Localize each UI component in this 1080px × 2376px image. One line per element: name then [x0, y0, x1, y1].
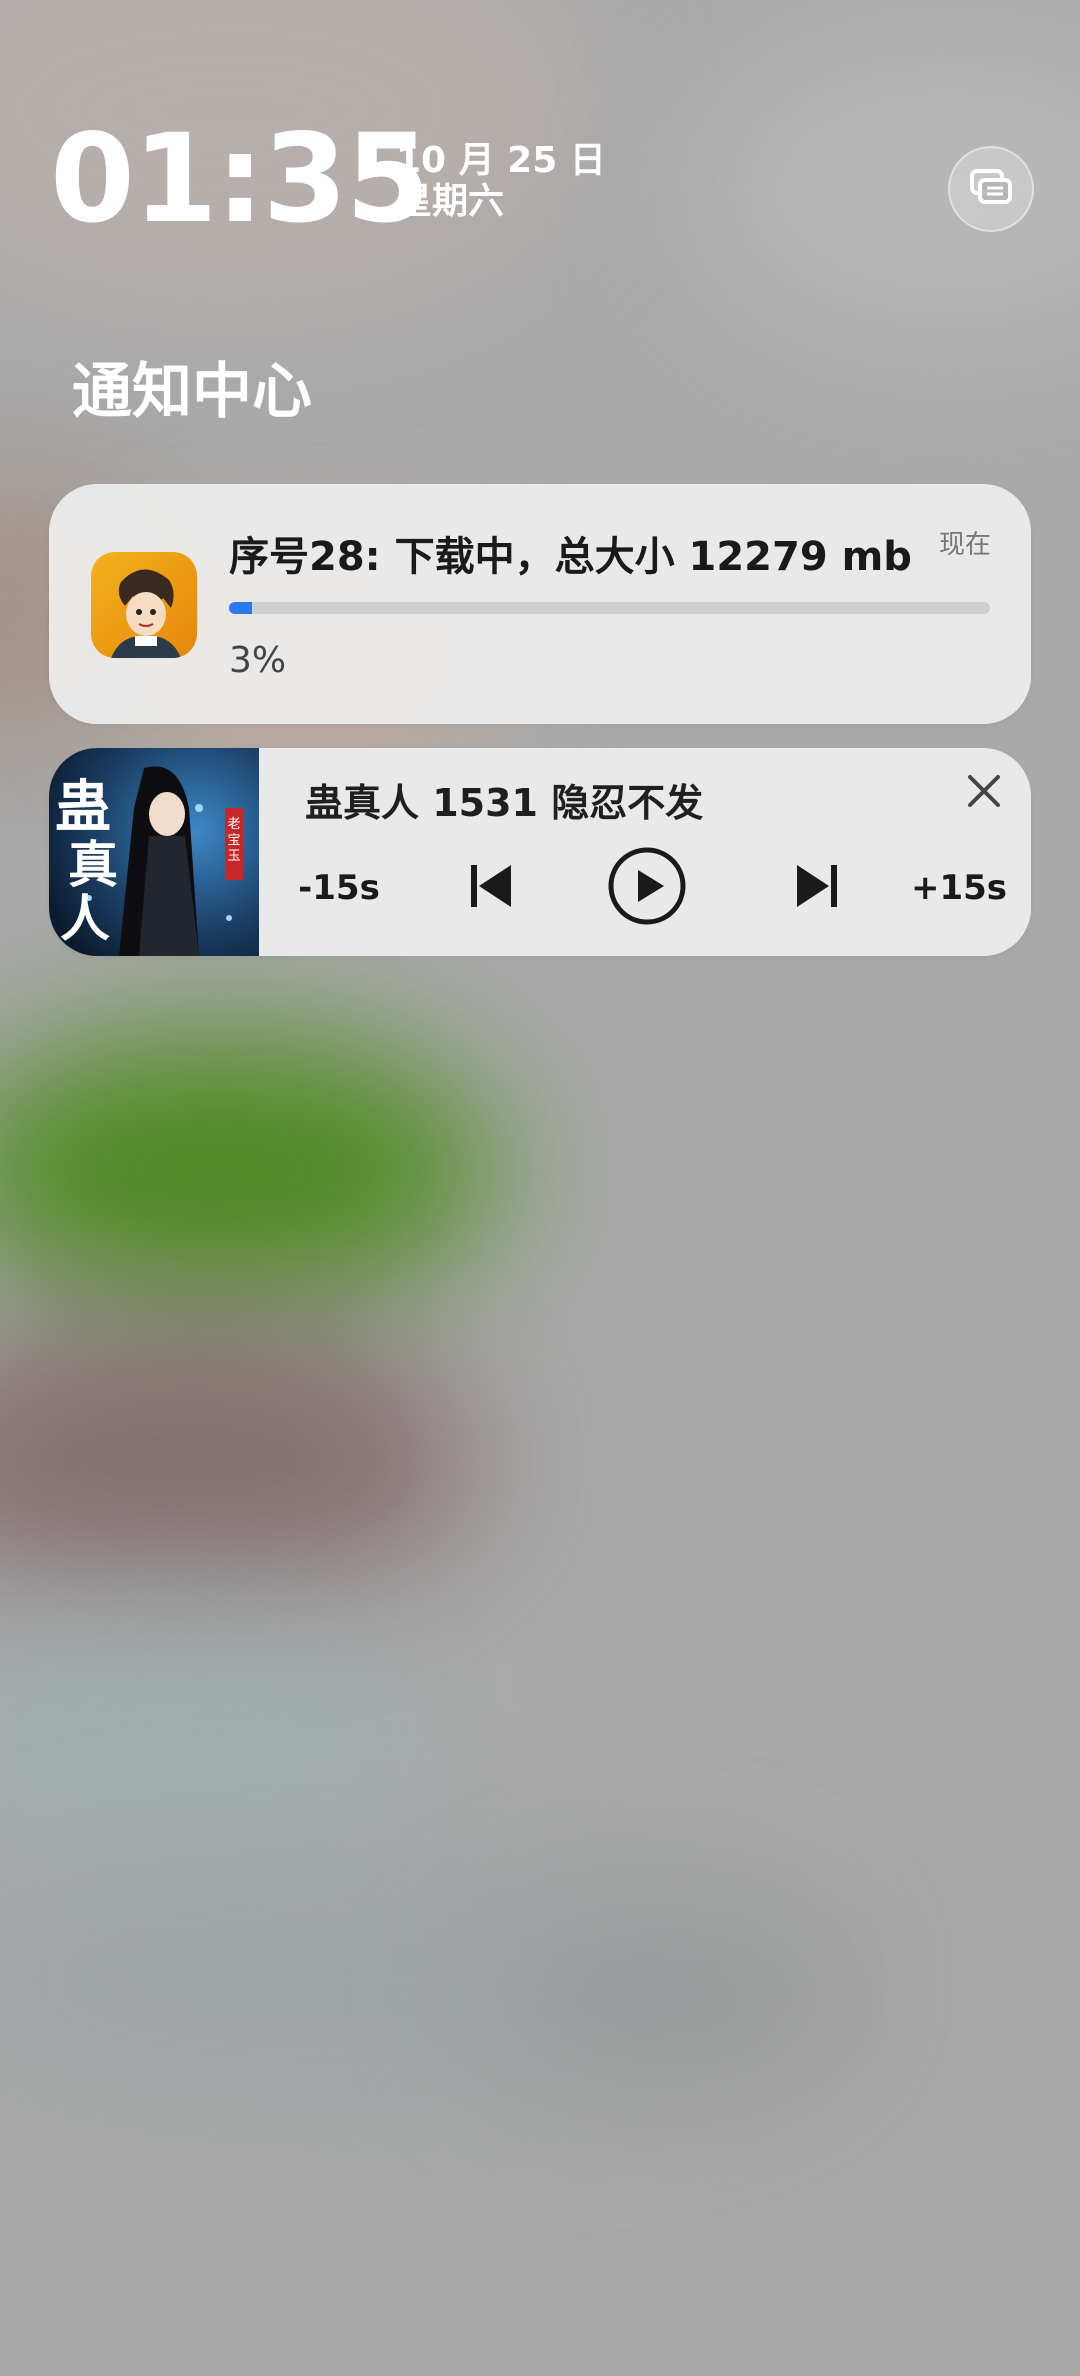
play-button[interactable]	[604, 846, 690, 930]
download-title: 序号28: 下载中，总大小 12279 mb	[229, 534, 912, 580]
windows-stack-icon	[968, 167, 1014, 211]
track-title: 蛊真人 1531 隐忍不发	[305, 781, 704, 825]
close-button[interactable]	[959, 768, 1009, 818]
play-circle-icon	[607, 846, 687, 930]
notification-center-title: 通知中心	[72, 357, 312, 427]
date-text: 10 月 25 日	[396, 140, 606, 181]
app-icon	[91, 552, 197, 658]
skip-previous-icon	[469, 863, 513, 913]
svg-text:老: 老	[227, 817, 240, 832]
svg-text:人: 人	[60, 889, 110, 948]
skip-next-icon	[795, 863, 839, 913]
forward-15s-button[interactable]: +15s	[905, 846, 1013, 930]
date-block: 10 月 25 日 星期六	[396, 140, 606, 223]
notification-time: 现在	[938, 530, 991, 560]
media-player-card[interactable]: 老 宝 玉 蛊 真 人 蛊真人 1531 隐忍不发 -15s +15s	[49, 748, 1031, 956]
notification-switch-button[interactable]	[948, 146, 1034, 232]
weekday-text: 星期六	[396, 181, 505, 223]
album-cover: 老 宝 玉 蛊 真 人	[49, 748, 259, 956]
svg-text:宝: 宝	[227, 833, 240, 848]
download-progress-fill	[229, 602, 252, 614]
next-button[interactable]	[775, 846, 859, 930]
download-notification-card[interactable]: 序号28: 下载中，总大小 12279 mb 现在 3%	[49, 484, 1031, 724]
download-percent: 3%	[229, 640, 287, 681]
close-icon	[966, 773, 1002, 813]
rewind-15s-button[interactable]: -15s	[291, 846, 387, 930]
svg-text:蛊: 蛊	[55, 774, 111, 840]
svg-text:真: 真	[68, 835, 118, 894]
previous-button[interactable]	[449, 846, 533, 930]
svg-text:玉: 玉	[227, 849, 240, 864]
download-progress-bar	[229, 602, 990, 614]
lockscreen-clock: 01:35	[50, 108, 430, 250]
